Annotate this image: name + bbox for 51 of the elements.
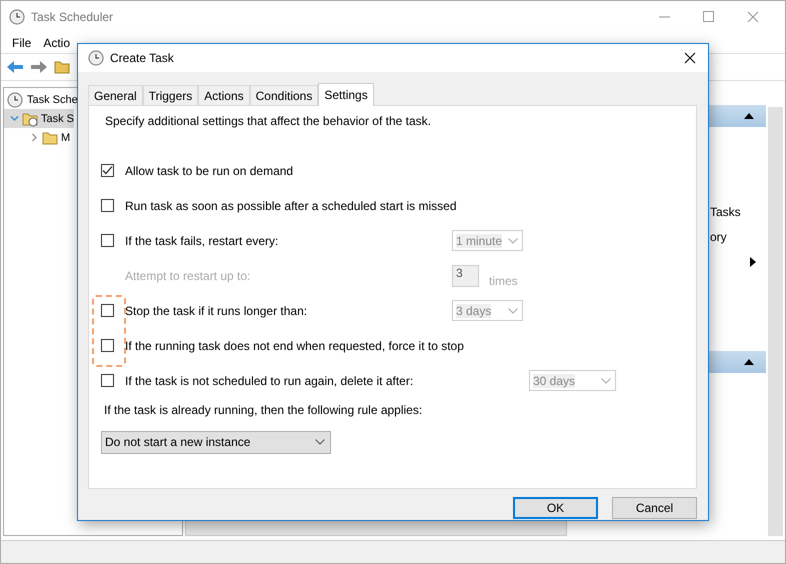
maximize-icon[interactable] [703,11,715,23]
menu-item[interactable]: File [12,36,32,50]
dialog-title: Create Task [110,51,174,65]
checkbox-label[interactable]: If the running task does not end when requested, force it to stop [125,338,464,352]
submenu-arrow-icon[interactable] [750,256,756,266]
description-text: Specify additional settings that affect the behavior of the task. [104,113,432,130]
back-arrow-icon[interactable] [6,60,24,74]
chevron-down-icon [601,378,611,384]
collapse-triangle-icon[interactable] [744,113,754,119]
tab[interactable]: Triggers [142,85,198,105]
tab[interactable]: Settings [318,83,374,106]
action-item[interactable]: ory [710,230,727,244]
checkbox-label[interactable]: If the task is not scheduled to run again, delete it after: [125,374,529,388]
tab[interactable]: Actions [198,85,250,105]
tree-item[interactable]: Task S [4,109,74,128]
rule-label: If the task is already running, then the following rule applies: [104,403,422,417]
window-title: Task Scheduler [31,10,114,24]
checkbox[interactable] [101,234,114,247]
chevron-down-icon [315,439,325,445]
instance-rule-dropdown[interactable]: Do not start a new instance [101,430,331,454]
close-icon[interactable] [684,52,696,64]
checkbox-label[interactable]: Allow task to be run on demand [125,164,452,178]
menu-item[interactable]: Actio [43,36,70,50]
tree-item[interactable]: Task Sche [4,90,78,109]
chevron-down-icon [508,238,518,244]
clock-icon [7,92,23,108]
checkbox-label[interactable]: If the task fails, restart every: [125,234,452,248]
checkbox[interactable] [101,374,114,387]
clock-icon [88,50,104,66]
tab[interactable]: General [88,85,143,105]
checkbox-label[interactable]: Run task as soon as possible after a scheduled start is missed [125,198,456,212]
checkbox-label[interactable]: Stop the task if it runs longer than: [125,304,452,318]
checkbox[interactable] [101,339,114,352]
dialog-button[interactable]: Cancel [612,497,697,519]
folder-icon[interactable] [54,60,70,74]
checkbox[interactable] [101,304,114,317]
collapse-triangle-icon[interactable] [744,359,754,365]
folder-icon [22,110,38,126]
action-item[interactable]: Tasks [710,204,741,218]
dialog-button[interactable]: OK [513,497,598,519]
chevron-icon[interactable] [30,133,39,142]
checkbox[interactable] [101,164,114,177]
clock-icon [9,9,25,25]
checkbox[interactable] [101,199,114,212]
chevron-down-icon [508,308,518,314]
times-label: times [489,274,518,288]
forward-arrow-icon[interactable] [30,60,48,74]
tree-item[interactable]: M [4,128,70,147]
field-label: Attempt to restart up to: [125,268,252,282]
folder-icon [42,130,58,144]
tab[interactable]: Conditions [250,85,318,105]
